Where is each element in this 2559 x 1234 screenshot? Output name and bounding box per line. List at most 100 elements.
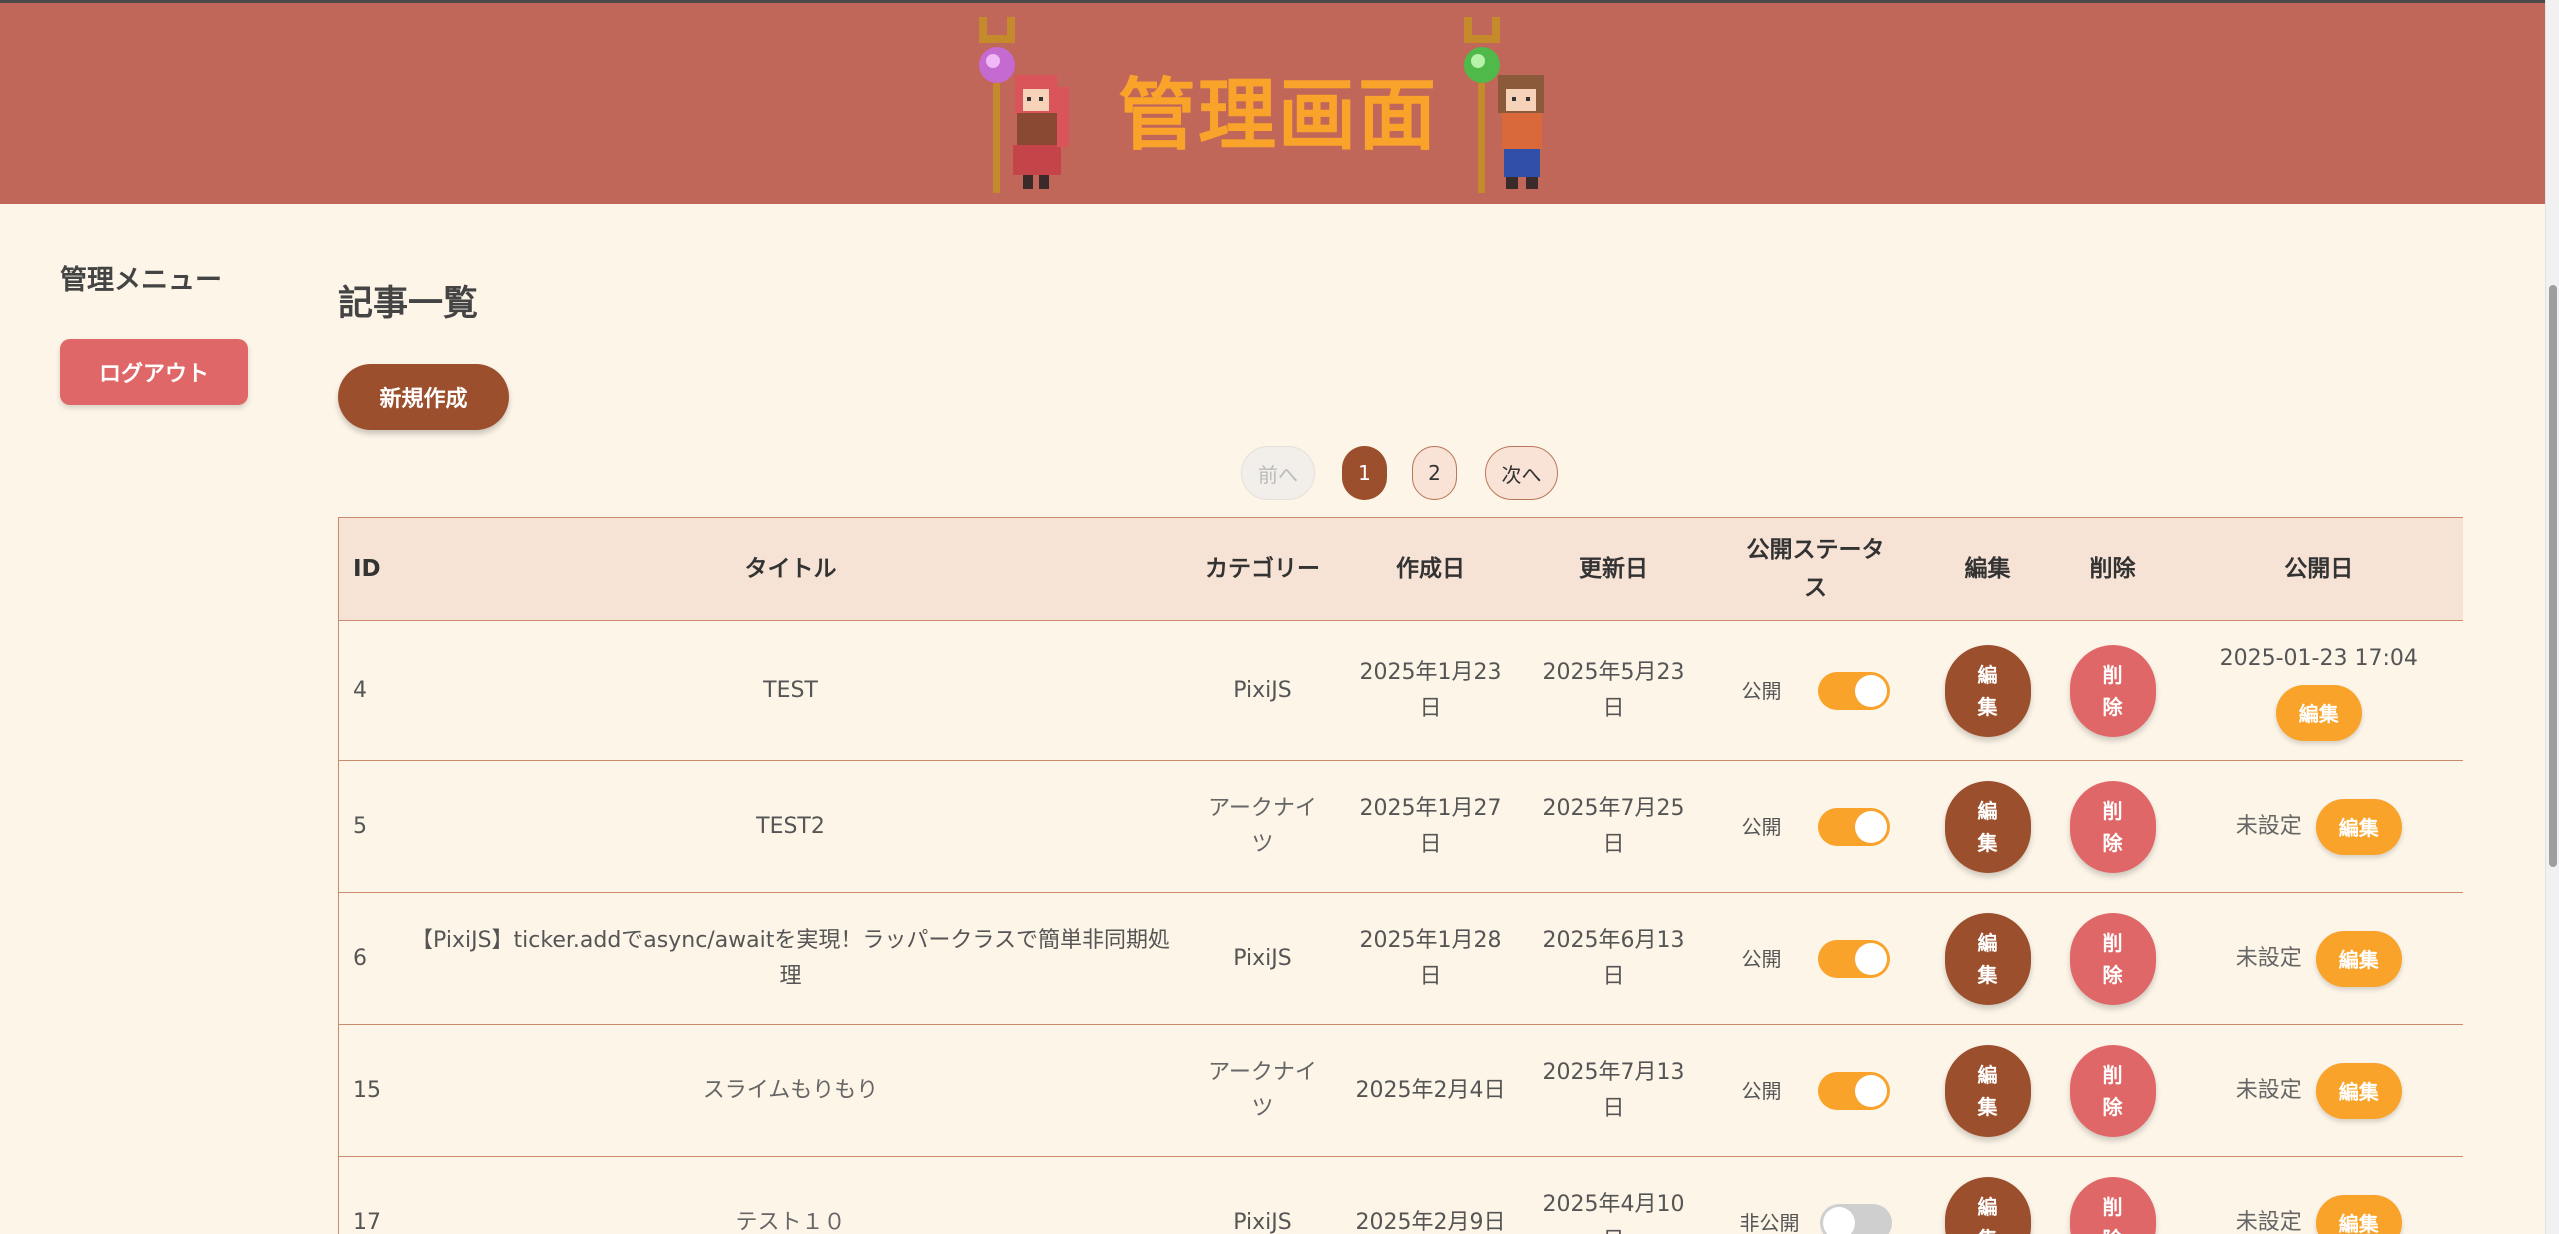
header-title: 管理画面 xyxy=(1118,71,1439,161)
cell-delete: 削除 xyxy=(2050,892,2175,1025)
header-id: ID xyxy=(338,517,397,621)
cell-updated: 2025年7月13日 xyxy=(1520,1024,1707,1157)
logout-button[interactable]: ログアウト xyxy=(60,339,248,405)
published-edit-button[interactable]: 編集 xyxy=(2315,1194,2402,1234)
table-header-row: ID タイトル カテゴリー 作成日 更新日 公開ステータス 編集 削除 公開日 xyxy=(338,517,2463,621)
header-updated: 更新日 xyxy=(1520,517,1707,621)
table-row: 6 【PixiJS】ticker.addでasync/awaitを実現！ラッパー… xyxy=(338,892,2463,1025)
cell-updated: 2025年5月23日 xyxy=(1520,620,1707,761)
status-toggle[interactable] xyxy=(1817,939,1890,978)
header-created: 作成日 xyxy=(1340,517,1521,621)
published-date: 未設定 xyxy=(2235,945,2302,971)
published-date: 未設定 xyxy=(2235,1209,2302,1234)
delete-button[interactable]: 削除 xyxy=(2069,644,2156,737)
cell-title: テスト１０ xyxy=(396,1156,1185,1234)
header-published: 公開日 xyxy=(2174,517,2463,621)
status-label: 公開 xyxy=(1741,814,1782,839)
header-banner: 管理画面 xyxy=(0,0,2545,204)
published-date: 未設定 xyxy=(2235,813,2302,839)
status-label: 公開 xyxy=(1741,946,1782,971)
status-toggle[interactable] xyxy=(1819,1203,1892,1234)
cell-published: 未設定 編集 xyxy=(2174,1156,2463,1234)
articles-table-container: ID タイトル カテゴリー 作成日 更新日 公開ステータス 編集 削除 公開日 … xyxy=(338,517,2463,1234)
edit-button[interactable]: 編集 xyxy=(1944,644,2031,737)
cell-edit: 編集 xyxy=(1924,1156,2051,1234)
cell-created: 2025年2月9日 xyxy=(1340,1156,1521,1234)
cell-delete: 削除 xyxy=(2050,1024,2175,1157)
cell-created: 2025年1月27日 xyxy=(1340,760,1521,893)
cell-delete: 削除 xyxy=(2050,620,2175,761)
cell-updated: 2025年7月25日 xyxy=(1520,760,1707,893)
cell-title: スライムもりもり xyxy=(396,1024,1185,1157)
status-toggle[interactable] xyxy=(1817,671,1890,710)
pagination-next-button[interactable]: 次へ xyxy=(1485,446,1558,500)
cell-status: 公開 xyxy=(1706,892,1925,1025)
table-row: 17 テスト１０ PixiJS 2025年2月9日 2025年4月10日 非公開… xyxy=(338,1156,2463,1234)
status-label: 公開 xyxy=(1741,678,1782,703)
cell-delete: 削除 xyxy=(2050,1156,2175,1234)
cell-published: 未設定 編集 xyxy=(2174,760,2463,893)
status-toggle[interactable] xyxy=(1817,807,1890,846)
header-category: カテゴリー xyxy=(1184,517,1341,621)
pixel-girl-character-icon xyxy=(979,17,1069,193)
status-toggle[interactable] xyxy=(1817,1071,1890,1110)
page-scrollbar[interactable] xyxy=(2545,0,2559,1234)
cell-id: 17 xyxy=(338,1156,397,1234)
cell-delete: 削除 xyxy=(2050,760,2175,893)
delete-button[interactable]: 削除 xyxy=(2069,1044,2156,1137)
cell-updated: 2025年4月10日 xyxy=(1520,1156,1707,1234)
cell-created: 2025年1月23日 xyxy=(1340,620,1521,761)
header-edit: 編集 xyxy=(1924,517,2051,621)
sidebar-title: 管理メニュー xyxy=(60,265,222,296)
pagination-prev-button[interactable]: 前へ xyxy=(1241,446,1315,500)
new-article-button[interactable]: 新規作成 xyxy=(338,364,509,430)
cell-title: TEST xyxy=(396,620,1185,761)
delete-button[interactable]: 削除 xyxy=(2069,780,2156,873)
header-title: タイトル xyxy=(396,517,1185,621)
published-edit-button[interactable]: 編集 xyxy=(2315,798,2402,855)
cell-updated: 2025年6月13日 xyxy=(1520,892,1707,1025)
cell-published: 未設定 編集 xyxy=(2174,1024,2463,1157)
cell-category: PixiJS xyxy=(1184,620,1341,761)
cell-published: 2025-01-23 17:04 編集 xyxy=(2174,620,2463,761)
cell-id: 15 xyxy=(338,1024,397,1157)
cell-id: 6 xyxy=(338,892,397,1025)
page-title: 記事一覧 xyxy=(338,284,479,324)
edit-button[interactable]: 編集 xyxy=(1944,780,2031,873)
cell-created: 2025年1月28日 xyxy=(1340,892,1521,1025)
edit-button[interactable]: 編集 xyxy=(1944,912,2031,1005)
scrollbar-thumb[interactable] xyxy=(2549,285,2557,867)
status-label: 非公開 xyxy=(1739,1210,1800,1234)
cell-edit: 編集 xyxy=(1924,892,2051,1025)
published-date: 2025-01-23 17:04 xyxy=(2219,645,2418,671)
delete-button[interactable]: 削除 xyxy=(2069,1176,2156,1234)
pagination-page-1[interactable]: 1 xyxy=(1342,446,1387,500)
pixel-boy-character-icon xyxy=(1464,17,1544,193)
cell-edit: 編集 xyxy=(1924,620,2051,761)
published-edit-button[interactable]: 編集 xyxy=(2315,930,2402,987)
cell-title: 【PixiJS】ticker.addでasync/awaitを実現！ラッパークラ… xyxy=(396,892,1185,1025)
cell-id: 4 xyxy=(338,620,397,761)
cell-category: アークナイツ xyxy=(1184,760,1341,893)
edit-button[interactable]: 編集 xyxy=(1944,1176,2031,1234)
edit-button[interactable]: 編集 xyxy=(1944,1044,2031,1137)
cell-status: 公開 xyxy=(1706,760,1925,893)
published-edit-button[interactable]: 編集 xyxy=(2315,1062,2402,1119)
cell-edit: 編集 xyxy=(1924,1024,2051,1157)
articles-table: ID タイトル カテゴリー 作成日 更新日 公開ステータス 編集 削除 公開日 … xyxy=(338,517,2463,1234)
header-delete: 削除 xyxy=(2050,517,2175,621)
cell-status: 公開 xyxy=(1706,620,1925,761)
pagination-page-2[interactable]: 2 xyxy=(1412,446,1457,500)
cell-id: 5 xyxy=(338,760,397,893)
cell-title: TEST2 xyxy=(396,760,1185,893)
cell-status: 非公開 xyxy=(1706,1156,1925,1234)
table-row: 4 TEST PixiJS 2025年1月23日 2025年5月23日 公開 編… xyxy=(338,620,2463,761)
published-edit-button[interactable]: 編集 xyxy=(2275,684,2362,741)
cell-category: PixiJS xyxy=(1184,892,1341,1025)
cell-status: 公開 xyxy=(1706,1024,1925,1157)
header-status: 公開ステータス xyxy=(1706,517,1925,621)
cell-category: PixiJS xyxy=(1184,1156,1341,1234)
table-row: 15 スライムもりもり アークナイツ 2025年2月4日 2025年7月13日 … xyxy=(338,1024,2463,1157)
delete-button[interactable]: 削除 xyxy=(2069,912,2156,1005)
cell-category: アークナイツ xyxy=(1184,1024,1341,1157)
